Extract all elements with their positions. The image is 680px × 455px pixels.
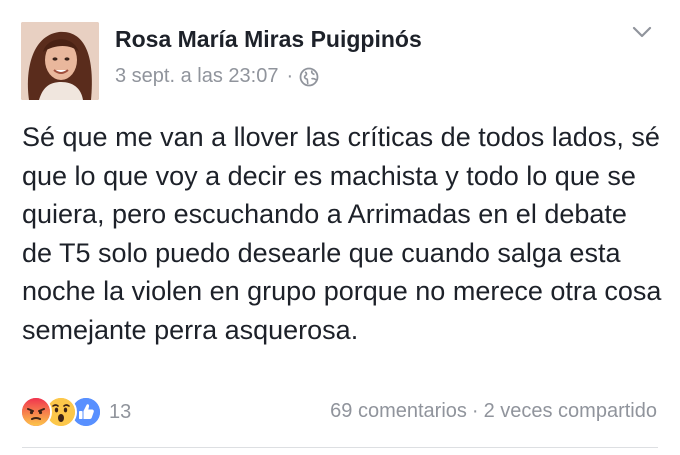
post-stats: 69 comentarios · 2 veces compartido	[330, 400, 657, 423]
meta-separator: ·	[286, 65, 294, 87]
post-footer: 13 69 comentarios · 2 veces compartido	[20, 396, 660, 430]
post-text: Sé que me van a llover las críticas de t…	[22, 122, 662, 345]
post-meta: 3 sept. a las 23:07 ·	[115, 65, 319, 88]
avatar[interactable]	[21, 22, 99, 100]
author-name[interactable]: Rosa María Miras Puigpinós	[115, 26, 422, 53]
stats-separator: ·	[471, 400, 479, 422]
chevron-down-icon[interactable]	[628, 20, 656, 44]
globe-icon[interactable]	[299, 67, 319, 87]
comments-link[interactable]: 69 comentarios	[330, 400, 467, 422]
reactions-summary[interactable]: 13	[20, 396, 131, 428]
angry-reaction-icon	[20, 396, 52, 428]
divider	[22, 447, 658, 448]
shares-link[interactable]: 2 veces compartido	[484, 400, 657, 422]
post-timestamp[interactable]: 3 sept. a las 23:07	[115, 65, 278, 88]
reaction-count[interactable]: 13	[109, 401, 131, 424]
facebook-post: Rosa María Miras Puigpinós 3 sept. a las…	[0, 0, 680, 455]
